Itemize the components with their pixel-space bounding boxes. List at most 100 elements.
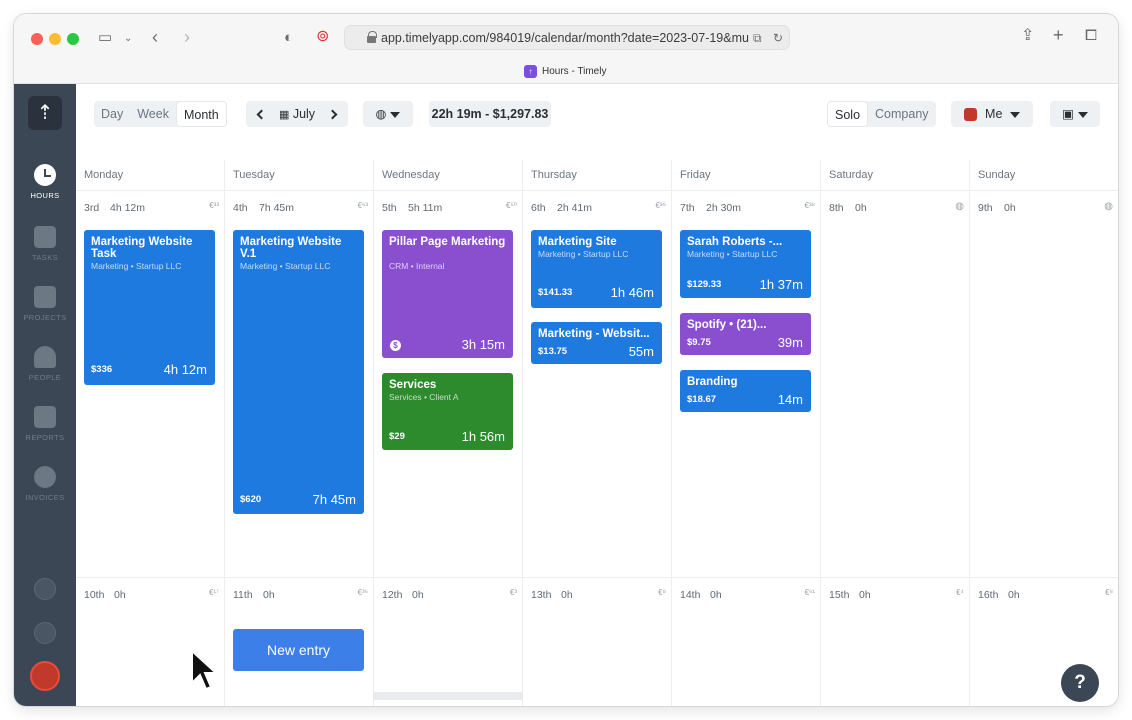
chevron-down-icon[interactable]: ⌄ bbox=[124, 31, 132, 47]
shield-icon[interactable]: ◐ bbox=[284, 30, 293, 46]
day-hours: 7h 45m bbox=[259, 202, 295, 214]
day-cell-header: 4th 7h 45m €⁶³ bbox=[225, 191, 374, 223]
timely-logo-icon[interactable]: ⇡ bbox=[28, 96, 62, 130]
translate-icon[interactable]: ⧉ bbox=[753, 30, 762, 46]
sidebar-item-invoices[interactable]: INVOICES bbox=[14, 466, 76, 502]
time-entry-card[interactable]: Spotify • (21)... $9.75 39m bbox=[680, 313, 811, 355]
plugin-icon[interactable] bbox=[34, 578, 56, 600]
new-entry-button[interactable]: New entry bbox=[233, 629, 364, 671]
tab-title[interactable]: ↑ Hours - Timely bbox=[524, 65, 606, 78]
extension-icon[interactable]: ⊚ bbox=[316, 29, 329, 45]
day-cell-header: 3rd 4h 12m €³³ bbox=[76, 191, 225, 223]
day-date: 15th bbox=[829, 589, 850, 601]
time-entry-card[interactable]: Marketing Website V.1 Marketing • Startup… bbox=[233, 230, 364, 514]
clock-icon bbox=[34, 164, 56, 186]
day-cell-header: 13th 0h €⁸ bbox=[523, 578, 672, 610]
filter-dropdown[interactable]: ◍ bbox=[363, 101, 413, 127]
zoom-window-button[interactable] bbox=[67, 33, 79, 45]
task-dropdown[interactable]: ▣ bbox=[1050, 101, 1100, 127]
entry-duration: 1h 56m bbox=[461, 429, 505, 444]
briefcase-icon bbox=[34, 286, 56, 308]
day-cell[interactable]: 6th 2h 41m €³⁹ Marketing Site Marketing • St… bbox=[523, 191, 672, 578]
horizontal-scrollbar[interactable] bbox=[374, 692, 522, 700]
day-cell-header: 10th 0h €¹⁷ bbox=[76, 578, 225, 610]
day-cell[interactable]: 8th 0h ◍ bbox=[821, 191, 970, 578]
entry-title: Branding bbox=[687, 376, 738, 388]
chevron-down-icon bbox=[1010, 111, 1021, 118]
sidebar-item-tasks[interactable]: TASKS bbox=[14, 226, 76, 262]
entry-title: Marketing - Websit... bbox=[538, 328, 650, 340]
day-cell-header: 9th 0h ◍ bbox=[970, 191, 1118, 223]
month-label[interactable]: July bbox=[293, 107, 315, 121]
sidebar-item-people[interactable]: PEOPLE bbox=[14, 346, 76, 382]
entry-amount: $336 bbox=[91, 364, 113, 375]
view-switcher: Day Week Month bbox=[94, 101, 227, 127]
avatar[interactable] bbox=[30, 661, 60, 691]
time-entry-card[interactable]: Services Services • Client A $29 1h 56m bbox=[382, 373, 513, 450]
sidebar-item-projects[interactable]: PROJECTS bbox=[14, 286, 76, 322]
chevron-down-icon bbox=[1077, 111, 1088, 118]
prev-month-icon[interactable] bbox=[257, 109, 267, 120]
tab-company[interactable]: Company bbox=[868, 101, 936, 127]
day-hours: 4h 12m bbox=[110, 202, 146, 214]
share-icon[interactable]: ⇪ bbox=[1021, 28, 1034, 44]
day-date: 5th bbox=[382, 202, 397, 214]
entry-duration: 3h 15m bbox=[461, 337, 505, 352]
entry-amount: $29 bbox=[389, 431, 405, 442]
time-entry-card[interactable]: Pillar Page Marketing CRM • Internal $3h 1… bbox=[382, 230, 513, 358]
day-hours: 0h bbox=[412, 589, 424, 601]
tab-overview-icon[interactable]: ⧠ bbox=[1085, 28, 1097, 44]
browser-toolbar: ▭ ⌄ ‹ › ◐ ⊚ app.timelyapp.com/984019/cal… bbox=[14, 14, 1118, 84]
day-cell[interactable]: 12th 0h €³ bbox=[374, 578, 523, 706]
address-bar[interactable]: app.timelyapp.com/984019/calendar/month?… bbox=[344, 25, 790, 50]
day-cell[interactable]: 7th 2h 30m €³⁸ Sarah Roberts -... Marketing … bbox=[672, 191, 821, 578]
day-hours: 5h 11m bbox=[408, 202, 443, 214]
sidebar-item-hours[interactable]: HOURS bbox=[14, 164, 76, 200]
entry-title: Spotify • (21)... bbox=[687, 319, 767, 331]
time-entry-card[interactable]: Branding $18.67 14m bbox=[680, 370, 811, 412]
new-tab-icon[interactable]: + bbox=[1053, 26, 1064, 44]
day-credit: €⁸ bbox=[1105, 588, 1113, 597]
day-credit: €³³ bbox=[209, 201, 219, 210]
close-window-button[interactable] bbox=[31, 33, 43, 45]
back-icon[interactable]: ‹ bbox=[152, 28, 158, 46]
day-cell[interactable]: 4th 7h 45m €⁶³ Marketing Website V.1 Marketi… bbox=[225, 191, 374, 578]
day-cell[interactable]: 5th 5h 11m €⁵⁰ Pillar Page Marketing CRM • I… bbox=[374, 191, 523, 578]
next-month-icon[interactable] bbox=[327, 109, 337, 120]
forward-icon[interactable]: › bbox=[184, 28, 190, 46]
bell-icon[interactable] bbox=[34, 622, 56, 644]
day-cell[interactable]: 13th 0h €⁸ bbox=[523, 578, 672, 706]
day-date: 9th bbox=[978, 202, 993, 214]
clipboard-icon bbox=[34, 226, 56, 248]
tab-week[interactable]: Week bbox=[130, 101, 176, 127]
day-cell[interactable]: 9th 0h ◍ bbox=[970, 191, 1118, 578]
time-entry-card[interactable]: Marketing Website Task Marketing • Startu… bbox=[84, 230, 215, 385]
day-credit: €⁶³ bbox=[357, 201, 368, 210]
tab-day[interactable]: Day bbox=[94, 101, 130, 127]
reload-icon[interactable]: ↻ bbox=[773, 30, 783, 46]
day-hours: 0h bbox=[859, 589, 871, 601]
day-cell-header: 11th 0h €³⁶ bbox=[225, 578, 374, 610]
user-dropdown[interactable]: Me bbox=[951, 101, 1033, 127]
time-entry-card[interactable]: Marketing - Websit... $13.75 55m bbox=[531, 322, 662, 364]
day-cell-header: 16th 0h €⁸ bbox=[970, 578, 1118, 610]
entry-title: Marketing Site bbox=[538, 236, 617, 248]
day-date: 7th bbox=[680, 202, 695, 214]
entry-duration: 1h 46m bbox=[610, 285, 654, 300]
tab-month[interactable]: Month bbox=[175, 101, 227, 127]
day-date: 14th bbox=[680, 589, 701, 601]
day-cell[interactable]: 3rd 4h 12m €³³ Marketing Website Task Market… bbox=[76, 191, 225, 578]
minimize-window-button[interactable] bbox=[49, 33, 61, 45]
day-hours: 0h bbox=[561, 589, 573, 601]
help-button[interactable]: ? bbox=[1061, 664, 1099, 702]
day-cell[interactable]: 15th 0h €⁴ bbox=[821, 578, 970, 706]
entry-amount: $13.75 bbox=[538, 346, 568, 357]
tab-solo[interactable]: Solo bbox=[827, 101, 869, 127]
time-entry-card[interactable]: Marketing Site Marketing • Startup LLC $14… bbox=[531, 230, 662, 308]
day-cell[interactable]: 14th 0h €⁶¹ bbox=[672, 578, 821, 706]
scope-switcher: Solo Company bbox=[827, 101, 936, 127]
sidebar-toggle-icon[interactable]: ▭ bbox=[98, 30, 112, 46]
sidebar-item-reports[interactable]: REPORTS bbox=[14, 406, 76, 442]
time-entry-card[interactable]: Sarah Roberts -... Marketing • Startup LL… bbox=[680, 230, 811, 298]
day-cell-header: 12th 0h €³ bbox=[374, 578, 523, 610]
